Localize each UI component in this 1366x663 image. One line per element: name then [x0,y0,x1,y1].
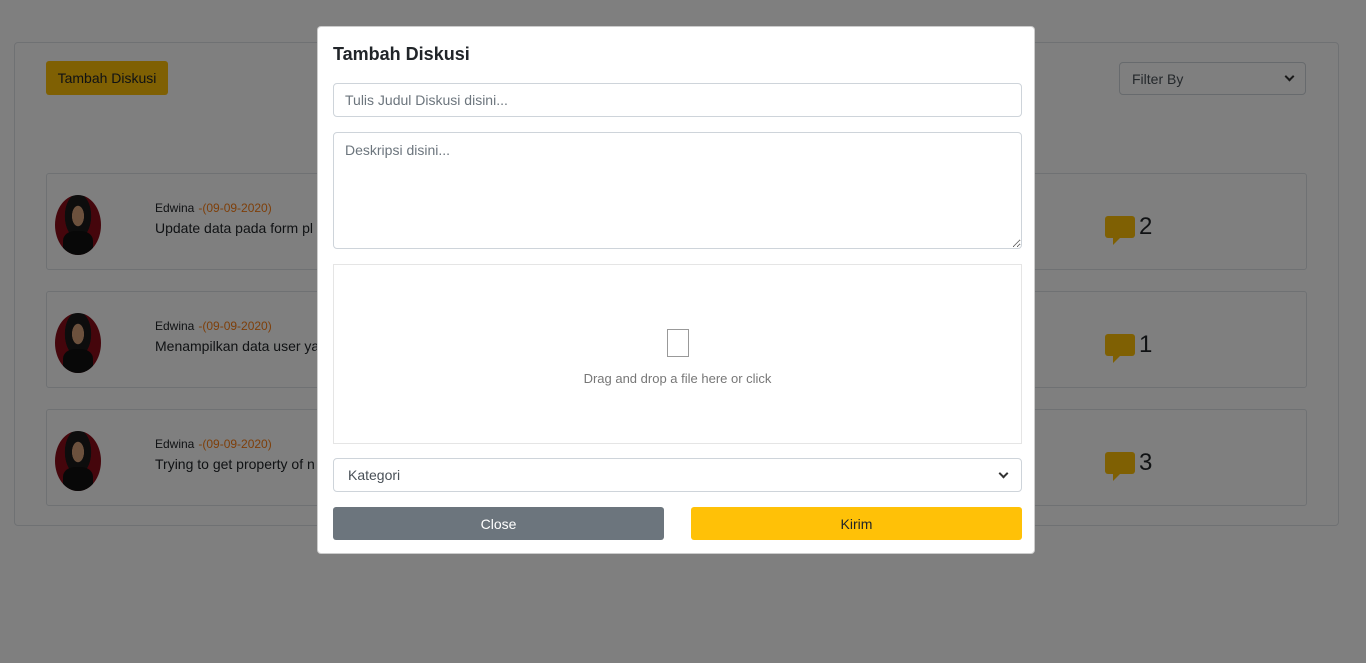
category-select-label: Kategori [348,467,401,483]
category-select[interactable]: Kategori [333,458,1022,492]
discussion-title-input[interactable] [333,83,1022,117]
chevron-down-icon [998,468,1009,478]
close-button[interactable]: Close [333,507,664,540]
file-dropzone[interactable]: Drag and drop a file here or click [333,264,1022,444]
description-textarea[interactable] [333,132,1022,249]
file-icon [667,329,689,357]
dropzone-text: Drag and drop a file here or click [583,371,772,386]
modal-title: Tambah Diskusi [333,44,470,64]
add-discussion-modal: Tambah Diskusi Drag and drop a file here… [317,26,1035,554]
submit-button[interactable]: Kirim [691,507,1022,540]
